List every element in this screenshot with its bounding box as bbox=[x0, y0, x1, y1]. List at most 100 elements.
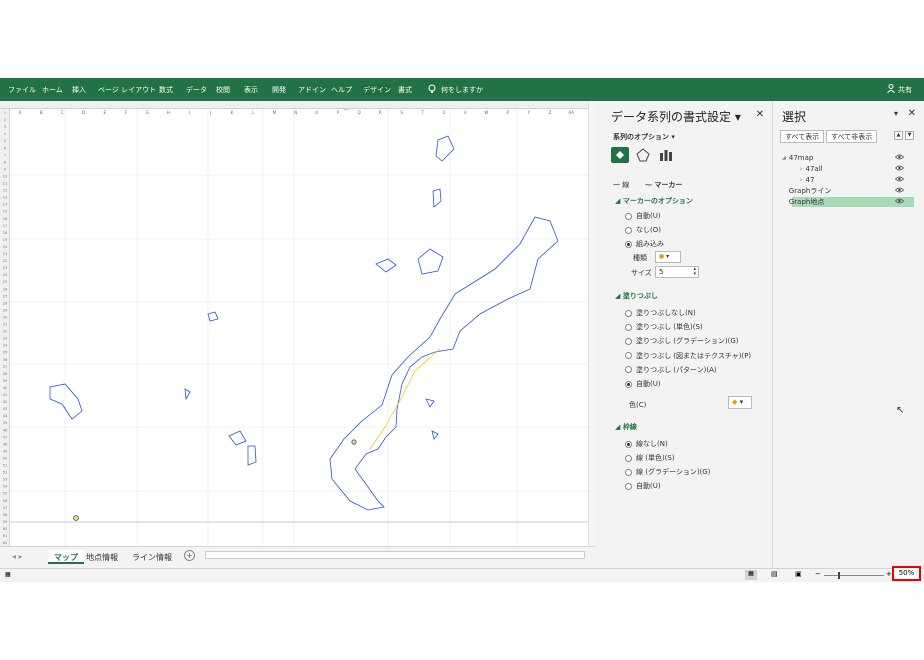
row-label[interactable]: 61 bbox=[3, 534, 7, 538]
radio-button[interactable] bbox=[625, 212, 632, 220]
add-sheet-icon[interactable]: + bbox=[184, 550, 195, 561]
tab-0[interactable]: ファイル bbox=[8, 85, 36, 95]
radio-option[interactable]: 塗りつぶしなし(N) bbox=[625, 308, 696, 318]
tab-6[interactable]: 校閲 bbox=[216, 85, 230, 95]
zoom-out-icon[interactable]: − bbox=[815, 570, 821, 578]
tab-5[interactable]: データ bbox=[186, 85, 207, 95]
visibility-eye-icon[interactable] bbox=[894, 154, 905, 162]
row-label[interactable]: 9 bbox=[4, 167, 6, 171]
fill-line-icon[interactable] bbox=[611, 147, 629, 163]
row-label[interactable]: 62 bbox=[3, 541, 7, 545]
radio-option[interactable]: 線なし(N) bbox=[625, 439, 668, 449]
row-label[interactable]: 49 bbox=[3, 449, 7, 453]
row-label[interactable]: 30 bbox=[3, 315, 7, 319]
marker-type-dropdown[interactable]: ● ▾ bbox=[655, 251, 681, 263]
vertical-scrollbar[interactable] bbox=[588, 101, 595, 546]
marker-options-section[interactable]: ◢ マーカーのオプション bbox=[615, 196, 693, 206]
close-icon[interactable]: ✕ bbox=[756, 109, 764, 120]
tab-11[interactable]: デザイン bbox=[363, 85, 391, 95]
row-label[interactable]: 44 bbox=[3, 414, 8, 418]
sheet-tab[interactable]: ライン情報 bbox=[126, 550, 178, 564]
row-label[interactable]: 19 bbox=[3, 238, 7, 242]
visibility-eye-icon[interactable] bbox=[894, 187, 905, 195]
row-label[interactable]: 45 bbox=[3, 421, 7, 425]
page-layout-view-icon[interactable]: ▤ bbox=[771, 570, 778, 578]
normal-view-icon[interactable]: ▦ bbox=[745, 570, 757, 580]
radio-option[interactable]: 組み込み bbox=[625, 239, 664, 249]
pane-options-icon[interactable]: ▾ bbox=[894, 109, 898, 118]
tab-1[interactable]: ホーム bbox=[42, 85, 63, 95]
radio-option[interactable]: 塗りつぶし (単色)(S) bbox=[625, 322, 703, 332]
tab-2[interactable]: 挿入 bbox=[72, 85, 86, 95]
row-label[interactable]: 53 bbox=[3, 478, 7, 482]
row-label[interactable]: 21 bbox=[3, 252, 7, 256]
row-label[interactable]: 25 bbox=[3, 280, 7, 284]
row-label[interactable]: 33 bbox=[3, 337, 7, 341]
effects-icon[interactable] bbox=[636, 148, 650, 164]
show-all-button[interactable]: すべて表示 bbox=[780, 130, 825, 143]
zoom-level[interactable]: 50% bbox=[892, 566, 921, 581]
hide-all-button[interactable]: すべて非表示 bbox=[826, 130, 878, 143]
radio-button[interactable] bbox=[625, 380, 632, 388]
radio-option[interactable]: 塗りつぶし (パターン)(A) bbox=[625, 365, 717, 375]
row-header[interactable]: 1 2 3 4 5 6 7 8 9 10 11 12 13 14 15 16 17 18 19 20 21 22 23 24 2… bbox=[0, 109, 10, 546]
radio-button[interactable] bbox=[625, 309, 632, 317]
row-label[interactable]: 24 bbox=[3, 273, 8, 277]
row-label[interactable]: 43 bbox=[3, 407, 7, 411]
radio-option[interactable]: 線 (グラデーション)(G) bbox=[625, 467, 710, 477]
row-label[interactable]: 47 bbox=[3, 435, 7, 439]
tab-8[interactable]: 開発 bbox=[272, 85, 286, 95]
radio-button[interactable] bbox=[625, 440, 632, 448]
fill-section[interactable]: ◢ 塗りつぶし bbox=[615, 291, 658, 301]
row-label[interactable]: 37 bbox=[3, 365, 7, 369]
fill-color-picker[interactable]: ◆ ▾ bbox=[728, 396, 752, 409]
row-label[interactable]: 59 bbox=[3, 520, 7, 524]
row-label[interactable]: 8 bbox=[4, 160, 6, 164]
zoom-in-icon[interactable]: + bbox=[886, 570, 892, 578]
radio-button[interactable] bbox=[625, 366, 632, 374]
radio-option[interactable]: 自動(U) bbox=[625, 481, 661, 491]
radio-option[interactable]: 塗りつぶし (グラデーション)(G) bbox=[625, 336, 739, 346]
row-label[interactable]: 52 bbox=[3, 471, 7, 475]
radio-option[interactable]: 塗りつぶし (図またはテクスチャ)(P) bbox=[625, 351, 751, 361]
radio-button[interactable] bbox=[625, 337, 632, 345]
row-label[interactable]: 28 bbox=[3, 301, 7, 305]
tell-me-box[interactable]: 何をしますか bbox=[428, 84, 483, 96]
row-label[interactable]: 13 bbox=[3, 196, 7, 200]
row-label[interactable]: 60 bbox=[3, 527, 7, 531]
selection-item[interactable]: ◢Graph地点 bbox=[789, 197, 914, 207]
tab-4[interactable]: 数式 bbox=[159, 85, 173, 95]
border-section[interactable]: ◢ 枠線 bbox=[615, 422, 637, 432]
marker-size-input[interactable]: 5 ▴ ▾ bbox=[655, 266, 699, 278]
row-label[interactable]: 1 bbox=[4, 111, 6, 115]
radio-button[interactable] bbox=[625, 323, 632, 331]
row-label[interactable]: 5 bbox=[4, 139, 6, 143]
radio-option[interactable]: 自動(U) bbox=[625, 211, 661, 221]
row-label[interactable]: 50 bbox=[3, 456, 7, 460]
row-label[interactable]: 31 bbox=[3, 323, 7, 327]
row-label[interactable]: 32 bbox=[3, 330, 7, 334]
page-break-view-icon[interactable]: ▣ bbox=[795, 570, 802, 578]
radio-button[interactable] bbox=[625, 240, 632, 248]
row-label[interactable]: 40 bbox=[3, 386, 7, 390]
series-options-icon[interactable] bbox=[659, 148, 673, 164]
row-label[interactable]: 17 bbox=[3, 224, 7, 228]
close-icon[interactable]: ✕ bbox=[908, 108, 916, 119]
tab-9[interactable]: アドイン bbox=[298, 85, 326, 95]
expand-icon[interactable]: ▹ bbox=[800, 177, 803, 183]
row-label[interactable]: 22 bbox=[3, 259, 7, 263]
row-label[interactable]: 41 bbox=[3, 393, 7, 397]
row-label[interactable]: 12 bbox=[3, 189, 7, 193]
move-down-icon[interactable]: ▼ bbox=[905, 131, 914, 140]
radio-button[interactable] bbox=[625, 226, 632, 234]
row-label[interactable]: 4 bbox=[4, 132, 7, 136]
zoom-slider[interactable] bbox=[824, 572, 884, 579]
radio-option[interactable]: 自動(U) bbox=[625, 379, 661, 389]
row-label[interactable]: 18 bbox=[3, 231, 7, 235]
tab-10[interactable]: ヘルプ bbox=[331, 85, 352, 95]
selection-item[interactable]: ▹ 47all bbox=[792, 164, 914, 174]
sheet-tab[interactable]: 地点情報 bbox=[80, 550, 124, 564]
tab-12[interactable]: 書式 bbox=[398, 85, 412, 95]
row-label[interactable]: 38 bbox=[3, 372, 7, 376]
tab-7[interactable]: 表示 bbox=[244, 85, 258, 95]
